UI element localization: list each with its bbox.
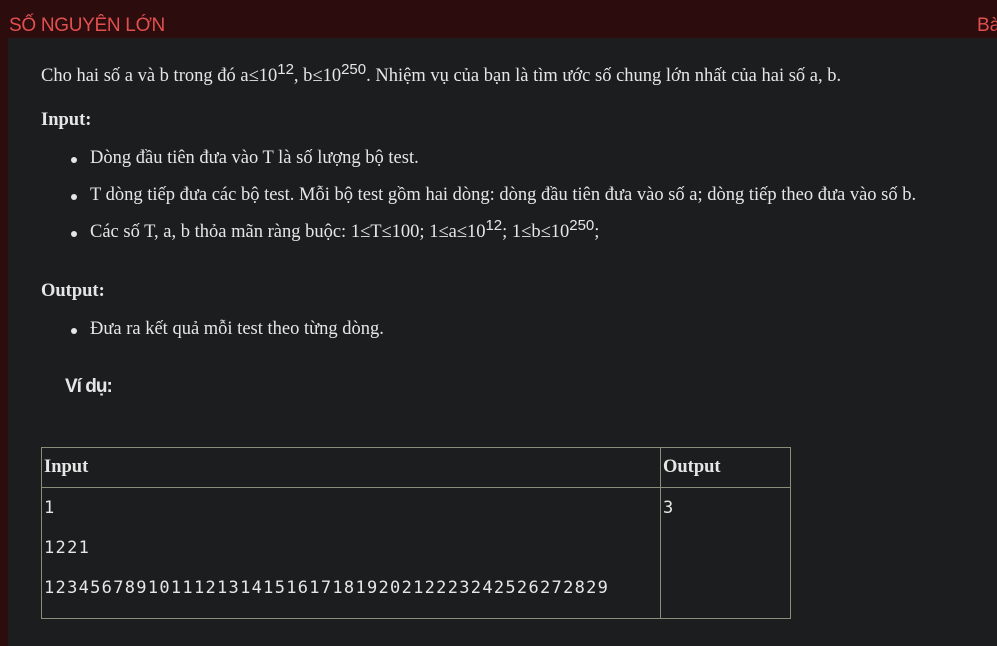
exponent: 250 [341, 61, 367, 78]
input-line: 1234567891011121314151617181920212223242… [44, 578, 610, 598]
statement-text: , b≤10 [293, 66, 342, 86]
right-tab-label[interactable]: Bà [977, 15, 997, 37]
list-item-text: Các số T, a, b thỏa mãn ràng buộc: 1≤T≤1… [90, 222, 486, 242]
list-item-text: T dòng tiếp đưa các bộ test. Mỗi bộ test… [90, 185, 917, 205]
table-row: 1 1221 123456789101112131415161718192021… [41, 487, 791, 619]
bullet-icon [71, 194, 77, 200]
list-item: T dòng tiếp đưa các bộ test. Mỗi bộ test… [41, 185, 916, 222]
list-item-text: Đưa ra kết quả mỗi test theo từng dòng. [90, 319, 384, 339]
list-item: Đưa ra kết quả mỗi test theo từng dòng. [41, 319, 384, 356]
list-item: Dòng đầu tiên đưa vào T là số lượng bộ t… [41, 148, 916, 185]
problem-content: Cho hai số a và b trong đó a≤1012, b≤102… [8, 38, 997, 646]
input-line: 1221 [44, 538, 91, 558]
list-item-text: ; [594, 222, 600, 242]
input-heading: Input: [41, 110, 92, 130]
left-accent-strip [0, 38, 8, 646]
problem-statement: Cho hai số a và b trong đó a≤1012, b≤102… [41, 62, 842, 87]
output-column-header: Output [660, 447, 791, 488]
statement-text: Cho hai số a và b trong đó a≤10 [41, 66, 278, 86]
example-heading: Ví dụ: [65, 376, 113, 397]
example-table: Input Output 1 1221 12345678910111213141… [41, 447, 791, 619]
bullet-icon [71, 157, 77, 163]
statement-text: . Nhiệm vụ của bạn là tìm ước số chung l… [366, 66, 842, 86]
list-item: Các số T, a, b thỏa mãn ràng buộc: 1≤T≤1… [41, 218, 916, 259]
list-item-text: ; 1≤b≤10 [502, 222, 570, 242]
list-item-text: Dòng đầu tiên đưa vào T là số lượng bộ t… [90, 148, 419, 168]
bullet-icon [71, 328, 77, 334]
output-heading: Output: [41, 281, 105, 301]
exponent: 250 [569, 217, 595, 234]
example-output-cell: 3 [660, 487, 791, 619]
output-description-list: Đưa ra kết quả mỗi test theo từng dòng. [41, 319, 384, 356]
exponent: 12 [277, 61, 294, 78]
top-bar: SỐ NGUYÊN LỚN Bà [0, 0, 997, 38]
page-title: SỐ NGUYÊN LỚN [9, 15, 165, 36]
example-input-cell: 1 1221 123456789101112131415161718192021… [41, 487, 661, 619]
bullet-icon [71, 231, 77, 237]
input-column-header: Input [41, 447, 661, 488]
input-line: 1 [44, 498, 56, 518]
table-header-row: Input Output [41, 447, 791, 488]
exponent: 12 [485, 217, 503, 234]
output-line: 3 [663, 498, 675, 518]
input-description-list: Dòng đầu tiên đưa vào T là số lượng bộ t… [41, 148, 916, 259]
